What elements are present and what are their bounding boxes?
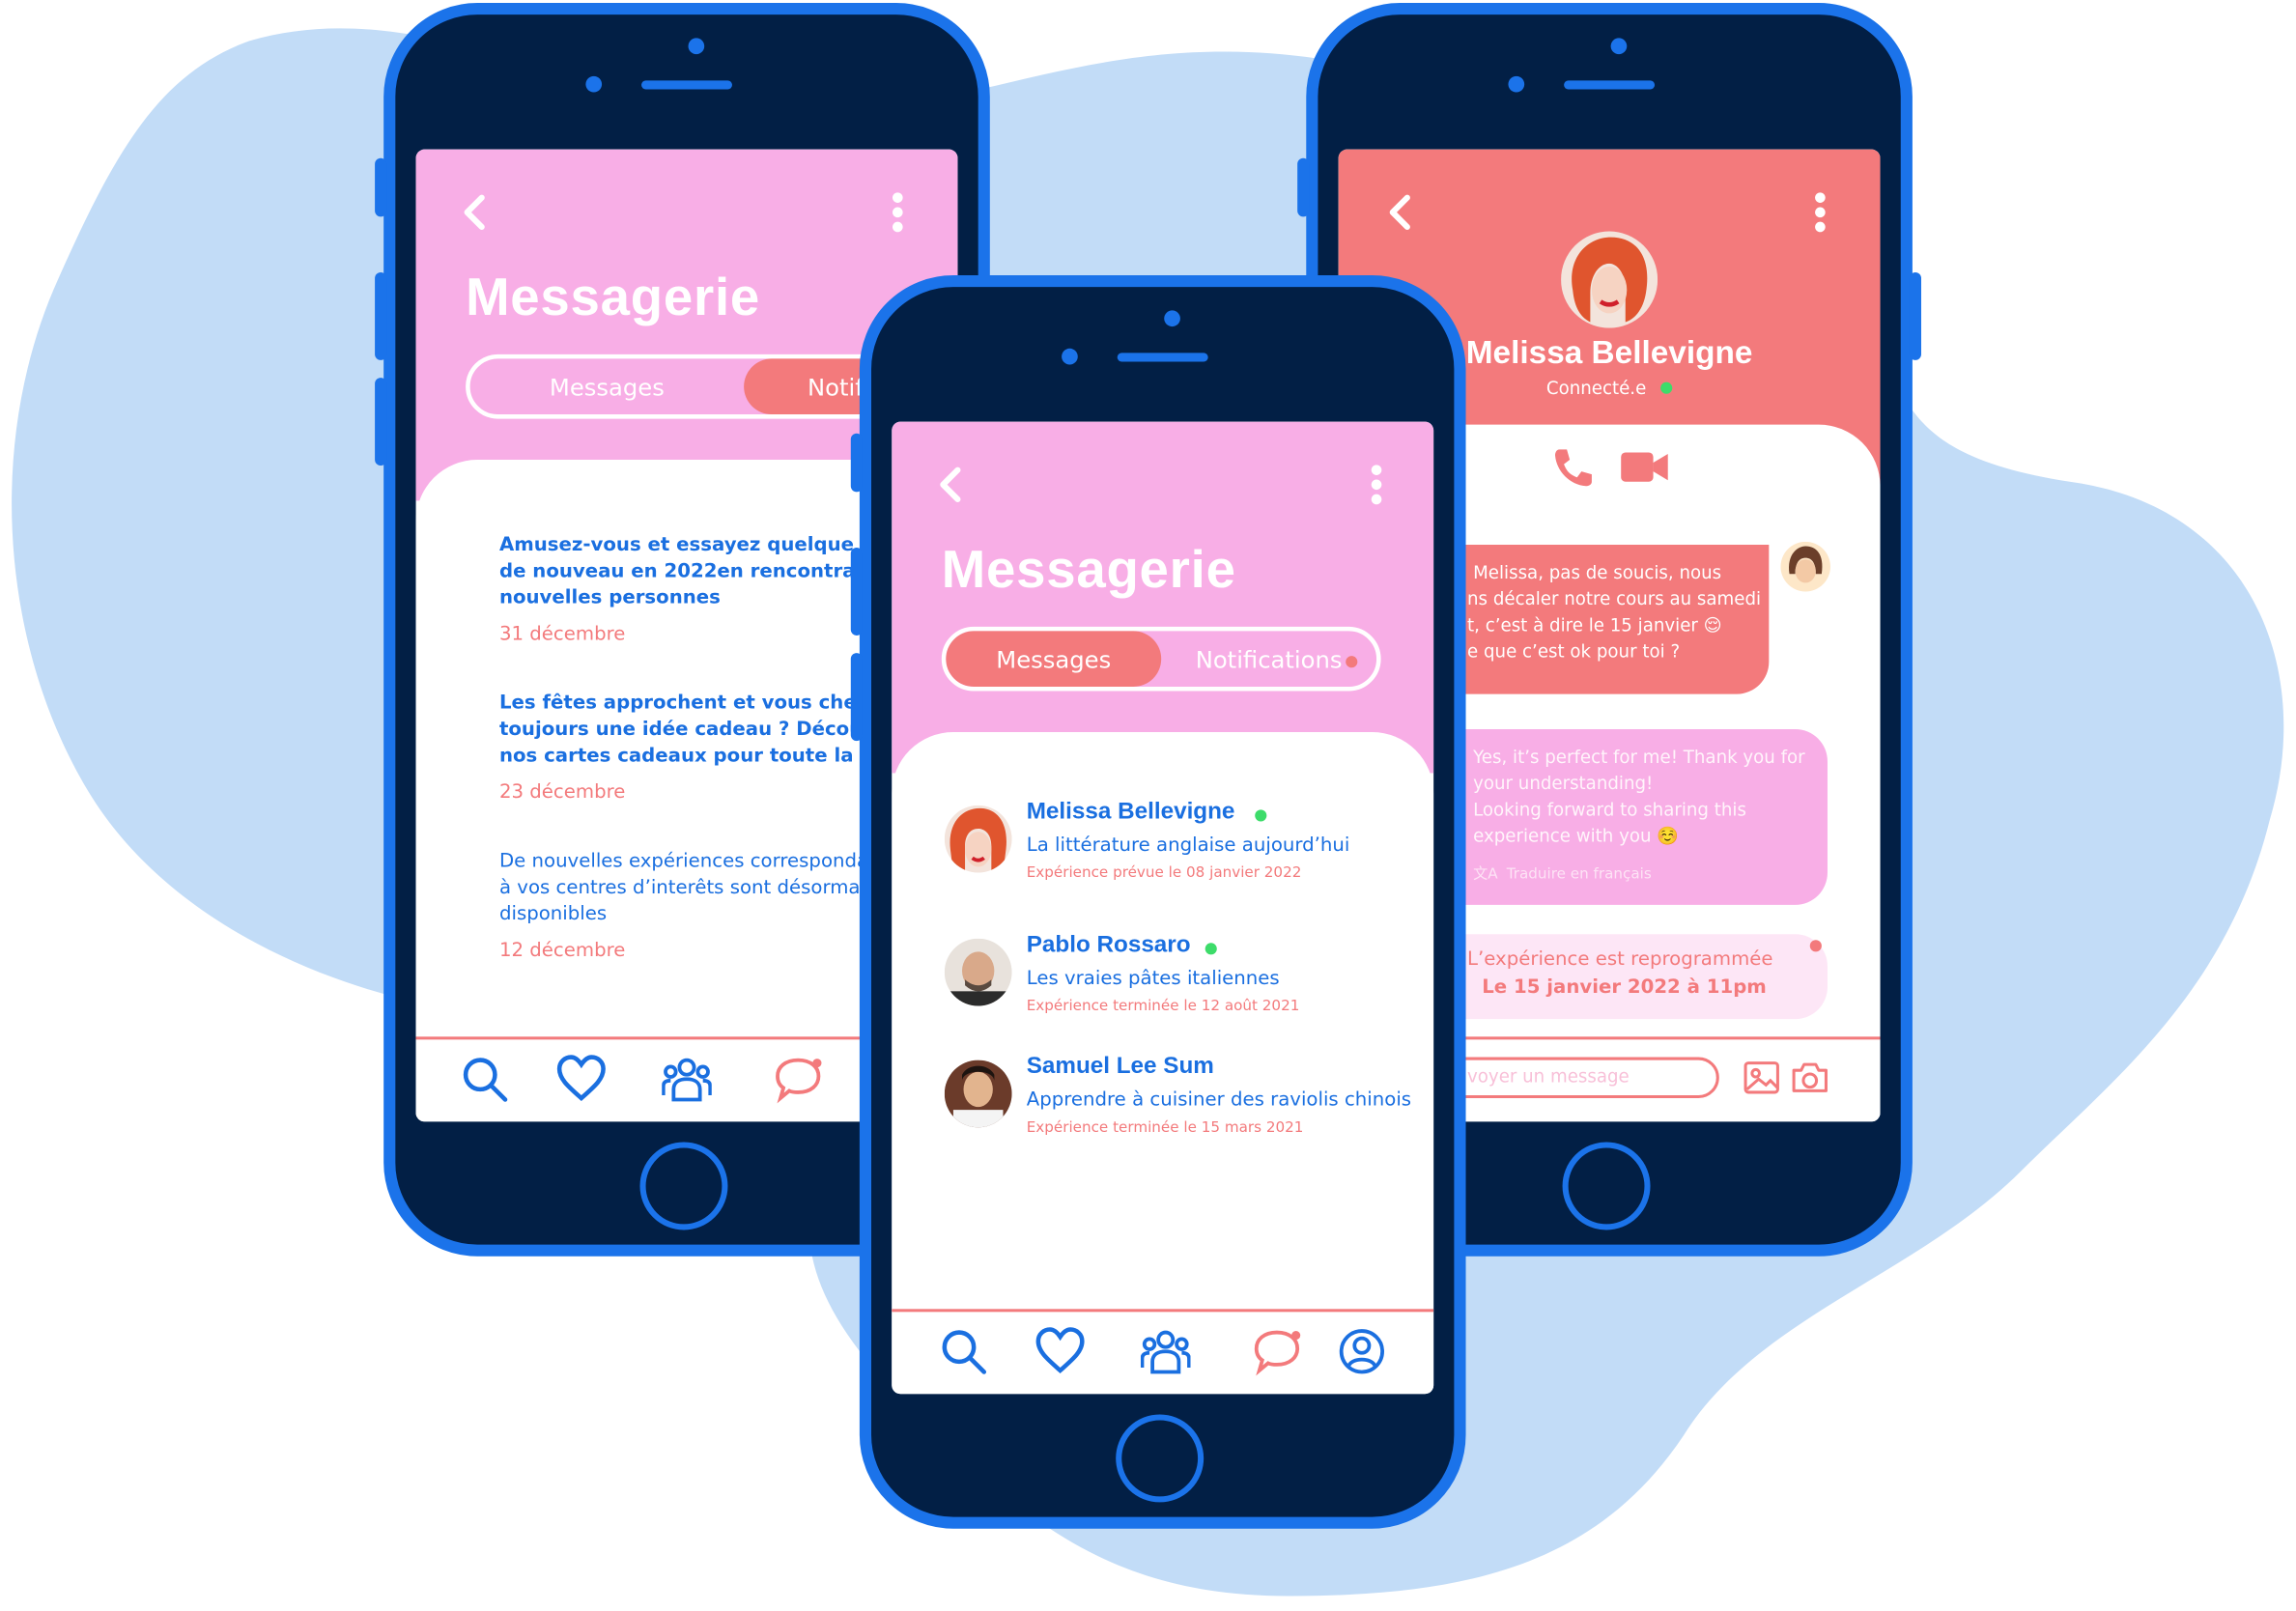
chat-icon[interactable] [1252, 1326, 1302, 1376]
page-title: Messagerie [941, 538, 1236, 600]
volume-button [375, 271, 387, 360]
front-camera [1610, 38, 1628, 55]
notification-text-line[interactable]: nos cartes cadeaux pour toute la famil [499, 744, 914, 770]
sensor [1508, 75, 1525, 93]
center-phone: Messagerie Messages Notifications Meliss… [859, 275, 1466, 1529]
message-input-placeholder: voyer un message [1467, 1065, 1630, 1087]
status-text: Connecté.e [1545, 378, 1647, 399]
front-camera [1164, 310, 1180, 327]
home-button[interactable] [1116, 1414, 1205, 1503]
tab-messages[interactable]: Messages [946, 631, 1162, 688]
back-icon[interactable] [1385, 193, 1414, 231]
notification-date: 23 décembre [498, 781, 626, 805]
online-indicator [1205, 943, 1217, 955]
volume-button [850, 653, 863, 742]
more-options-icon[interactable] [1813, 190, 1828, 234]
camera-icon[interactable] [1790, 1060, 1830, 1095]
sensor [585, 75, 603, 93]
volume-button [1297, 157, 1310, 217]
page-title: Messagerie [466, 266, 760, 327]
volume-button [850, 433, 863, 493]
notification-date: 31 décembre [498, 623, 626, 646]
heart-icon[interactable] [1035, 1326, 1086, 1376]
experience-date: Expérience prévue le 08 janvier 2022 [1026, 864, 1302, 882]
contact-avatar[interactable] [1561, 231, 1658, 328]
avatar [944, 938, 1012, 1006]
experience-title: Les vraies pâtes italiennes [1026, 968, 1280, 990]
event-line-2: Le 15 janvier 2022 à 11pm [1482, 976, 1767, 999]
volume-button [375, 378, 387, 466]
speaker [1117, 353, 1208, 362]
translate-icon: 文A [1473, 866, 1498, 884]
chat-icon[interactable] [773, 1055, 823, 1105]
speaker [641, 80, 732, 90]
power-button [1909, 271, 1921, 360]
notification-text-line[interactable]: de nouveau en 2022en rencontrant de [499, 559, 911, 585]
notification-text-line[interactable]: De nouvelles expériences correspondan [499, 849, 881, 875]
contact-name: Samuel Lee Sum [1026, 1054, 1214, 1080]
received-message-line: Yes, it’s perfect for me! Thank you for [1473, 747, 1805, 768]
received-message-line: experience with you ☺️ [1473, 826, 1679, 847]
received-message-line: Looking forward to sharing this [1473, 799, 1746, 820]
experience-title: La littérature anglaise aujourd’hui [1026, 834, 1350, 857]
front-camera [688, 38, 705, 55]
center-screen: Messagerie Messages Notifications Meliss… [892, 421, 1434, 1395]
notification-text-line[interactable]: toujours une idée cadeau ? Découvrez [499, 718, 909, 744]
notifications-unread-dot [1346, 656, 1358, 668]
more-options-icon[interactable] [891, 190, 905, 234]
experience-title: Apprendre à cuisiner des raviolis chinoi… [1026, 1088, 1412, 1112]
sensor [1062, 348, 1078, 365]
notification-text-line[interactable]: disponibles [499, 902, 607, 928]
sent-message-line: t, c’est à dire le 15 janvier 😌 [1467, 614, 1722, 636]
notification-text-line[interactable]: nouvelles personnes [499, 585, 721, 611]
avatar [944, 1060, 1012, 1128]
heart-icon[interactable] [556, 1055, 607, 1105]
bottom-tab-bar [892, 1309, 1434, 1395]
search-icon[interactable] [939, 1326, 989, 1376]
notification-text-line[interactable]: Amusez-vous et essayez quelque chos [499, 533, 910, 559]
online-indicator [1660, 382, 1673, 394]
translate-link[interactable]: 文A Traduire en français [1473, 861, 1652, 883]
experience-date: Expérience terminée le 15 mars 2021 [1026, 1119, 1304, 1137]
back-icon[interactable] [936, 466, 965, 503]
tab-switcher: Messages Notifications [941, 626, 1381, 692]
contact-name: Pablo Rossaro [1026, 932, 1191, 958]
community-icon[interactable] [1140, 1326, 1191, 1376]
search-icon[interactable] [460, 1055, 510, 1105]
event-unread-dot [1809, 940, 1822, 952]
tab-notifications[interactable]: Notifications [1161, 631, 1376, 687]
received-message-line: your understanding! [1473, 773, 1654, 794]
speaker [1564, 80, 1656, 90]
notification-text-line[interactable]: à vos centres d’interêts sont désormais [499, 876, 875, 902]
home-button[interactable] [1562, 1142, 1651, 1230]
event-line-1: L’expérience est reprogrammée [1467, 948, 1773, 972]
sent-message-line: ns décaler notre cours au samedi [1467, 588, 1762, 609]
volume-button [375, 157, 387, 217]
video-call-icon[interactable] [1620, 448, 1670, 486]
more-options-icon[interactable] [1369, 463, 1383, 506]
community-icon[interactable] [662, 1055, 712, 1105]
notification-date: 12 décembre [498, 940, 626, 963]
tab-messages[interactable]: Messages [470, 358, 744, 414]
sent-message-line: Melissa, pas de soucis, nous [1473, 562, 1722, 583]
sent-message-line: e que c’est ok pour toi ? [1467, 641, 1681, 663]
contact-name: Melissa Bellevigne [1026, 799, 1235, 825]
volume-button [850, 547, 863, 636]
back-icon[interactable] [460, 193, 489, 231]
phone-call-icon[interactable] [1550, 445, 1594, 489]
profile-icon[interactable] [1337, 1326, 1387, 1376]
online-indicator [1255, 809, 1267, 822]
home-button[interactable] [639, 1142, 728, 1230]
user-avatar[interactable] [1780, 541, 1830, 592]
experience-date: Expérience terminée le 12 août 2021 [1026, 998, 1300, 1015]
image-icon[interactable] [1743, 1060, 1780, 1095]
avatar [944, 805, 1012, 873]
